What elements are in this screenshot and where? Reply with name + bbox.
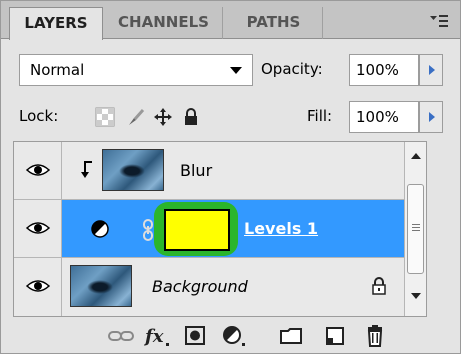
layer-thumbnail: [70, 265, 132, 307]
opacity-field[interactable]: 100%: [349, 54, 419, 86]
layer-row-blur[interactable]: Blur: [14, 142, 426, 200]
visibility-toggle[interactable]: [14, 142, 62, 199]
blend-mode-select[interactable]: Normal: [19, 54, 253, 86]
clip-arrow-icon: [81, 161, 92, 178]
layer-name[interactable]: Background: [152, 277, 248, 297]
fill-label: Fill:: [307, 107, 333, 125]
all-lock-icon[interactable]: [181, 107, 201, 127]
svg-text:fx: fx: [143, 326, 164, 347]
layer-name[interactable]: Blur: [180, 161, 212, 181]
new-layer-icon[interactable]: [321, 323, 349, 349]
layers-list: Blur Levels 1 Background: [13, 141, 427, 317]
tab-layers[interactable]: LAYERS: [9, 7, 103, 40]
link-layers-icon[interactable]: [107, 323, 135, 349]
new-adjustment-icon[interactable]: [219, 323, 247, 349]
panel-menu-icon[interactable]: [428, 11, 450, 31]
adjustment-icon: [91, 220, 109, 238]
layers-toolbar: fx: [1, 319, 460, 353]
visibility-toggle[interactable]: [14, 200, 62, 257]
fx-icon[interactable]: fx: [143, 323, 171, 349]
scroll-down-icon[interactable]: [410, 292, 422, 300]
trash-icon[interactable]: [361, 323, 389, 349]
eye-icon: [26, 280, 50, 292]
chevron-down-icon: [230, 67, 242, 74]
opacity-slider-button[interactable]: [419, 54, 443, 86]
layer-row-background[interactable]: Background: [14, 258, 426, 316]
layer-mask-thumbnail[interactable]: [164, 209, 230, 251]
scroll-up-icon[interactable]: [410, 152, 422, 160]
fill-slider-button[interactable]: [419, 101, 443, 133]
padlock-icon: [372, 277, 386, 295]
layer-row-levels[interactable]: Levels 1: [14, 200, 426, 258]
chain-icon[interactable]: [142, 219, 154, 241]
blend-mode-value: Normal: [30, 61, 85, 79]
layers-panel: LAYERS CHANNELS PATHS Normal Opacity: 10…: [0, 0, 461, 354]
scrollbar-thumb[interactable]: [407, 184, 424, 274]
opacity-label: Opacity:: [261, 60, 323, 78]
move-lock-icon[interactable]: [153, 107, 173, 127]
tab-channels[interactable]: CHANNELS: [105, 7, 223, 39]
layers-scrollbar[interactable]: [404, 142, 426, 316]
add-mask-icon[interactable]: [181, 323, 209, 349]
eye-icon: [26, 164, 50, 176]
layer-thumbnail: [102, 149, 164, 191]
brush-lock-icon[interactable]: [125, 107, 145, 127]
tab-bar: LAYERS CHANNELS PATHS: [1, 1, 460, 40]
eye-icon: [26, 222, 50, 234]
layer-name[interactable]: Levels 1: [244, 219, 318, 239]
lock-label: Lock:: [19, 107, 59, 125]
fill-field[interactable]: 100%: [349, 101, 419, 133]
transparency-lock-icon[interactable]: [95, 107, 115, 127]
tab-paths[interactable]: PATHS: [225, 7, 323, 39]
new-group-icon[interactable]: [277, 323, 305, 349]
visibility-toggle[interactable]: [14, 258, 62, 316]
grip-icon: [412, 224, 420, 231]
